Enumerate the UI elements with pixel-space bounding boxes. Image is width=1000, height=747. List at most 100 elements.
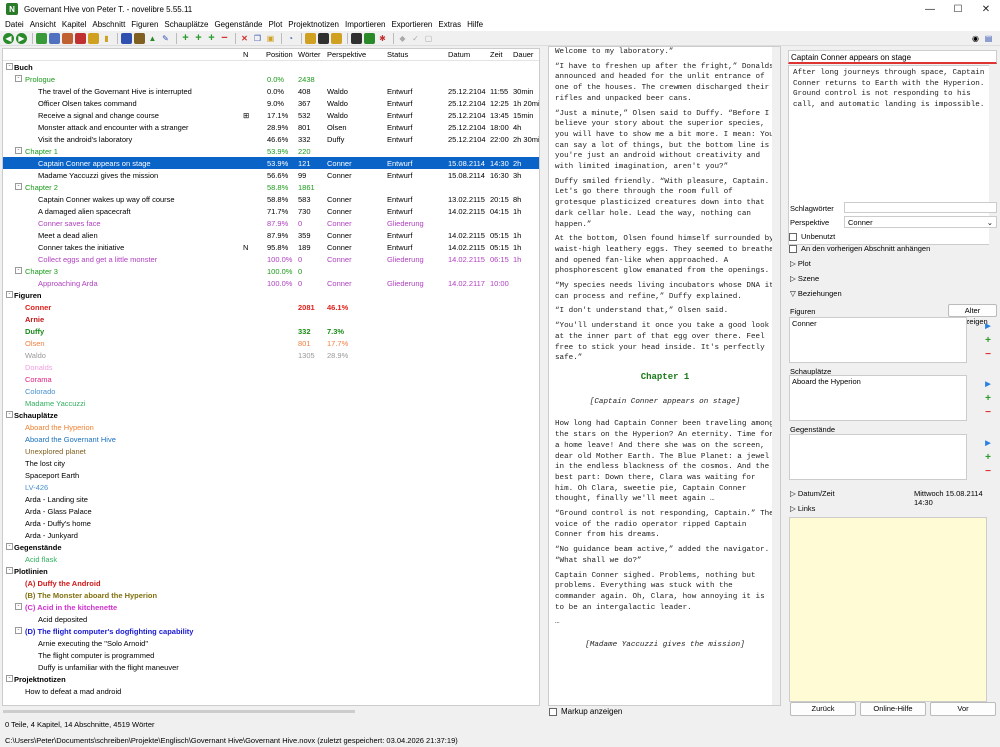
eye-icon[interactable]: ◉ [970, 33, 981, 44]
next-button[interactable]: Vor [930, 702, 996, 716]
datetime-expander[interactable]: ▷ Datum/Zeit [790, 489, 835, 498]
save-icon[interactable] [121, 32, 132, 44]
tree-row[interactable]: Acid flask [3, 553, 539, 565]
col-position[interactable]: Position [266, 50, 293, 59]
menu-0[interactable]: Datei [2, 20, 27, 29]
col-viewpoint[interactable]: Perspektive [327, 50, 366, 59]
tree-row[interactable]: Arda - Landing site [3, 493, 539, 505]
plot-expander[interactable]: ▷ Plot [790, 259, 811, 268]
remove-location-icon[interactable]: − [983, 408, 993, 418]
remove-item-icon[interactable]: − [983, 467, 993, 477]
tree-row[interactable]: Approaching Arda 100.0% 0 Conner Gliederung 1… [3, 277, 539, 289]
characters-view-icon[interactable] [49, 32, 60, 44]
paste-icon[interactable]: ▣ [265, 33, 276, 44]
editor-scrollbar[interactable] [772, 47, 780, 705]
tree-row[interactable]: Arnie [3, 313, 539, 325]
tree-row[interactable]: Madame Yaccuzzi [3, 397, 539, 409]
links-expander[interactable]: ▷ Links [790, 504, 815, 513]
add-child-icon[interactable]: + [193, 32, 204, 44]
tree-row[interactable]: Arnie executing the "Solo Arnoid" [3, 637, 539, 649]
expand-toggle-icon[interactable]: - [6, 675, 13, 682]
grid-view-icon[interactable] [305, 32, 316, 44]
tree-row[interactable]: Arda - Glass Palace [3, 505, 539, 517]
tree-row[interactable]: Visit the android's laboratory 46.6% 332 Du… [3, 133, 539, 145]
tree-row[interactable]: Conner saves face 87.9% 0 Conner Gliederung [3, 217, 539, 229]
tree-row[interactable]: Meet a dead alien 87.9% 359 Conner Entwurf 14… [3, 229, 539, 241]
notes-field[interactable] [789, 517, 987, 702]
tree-row[interactable]: Arda - Duffy's home [3, 517, 539, 529]
tree-horizontal-scrollbar[interactable] [3, 710, 355, 713]
maximize-icon[interactable]: ☐ [944, 0, 972, 18]
tree-row[interactable]: Madame Yaccuzzi gives the mission 56.6% 99… [3, 169, 539, 181]
upload-icon[interactable]: ▲ [147, 33, 158, 44]
tree-row[interactable]: (A) Duffy the Android [3, 577, 539, 589]
tree-row[interactable]: The flight computer is programmed [3, 649, 539, 661]
tree-row[interactable]: The lost city [3, 457, 539, 469]
tree-row[interactable]: Conner 2081 46.1% [3, 301, 539, 313]
scene-expander[interactable]: ▷ Szene [790, 274, 819, 283]
viewpoint-select[interactable]: Conner ⌄ [844, 216, 997, 228]
back-icon[interactable]: ◀ [3, 32, 14, 44]
tree-row[interactable]: Spaceport Earth [3, 469, 539, 481]
edit-icon[interactable]: ✎ [160, 33, 171, 44]
col-no[interactable]: N [243, 50, 248, 59]
append-toggle[interactable]: An den vorherigen Abschnitt anhängen [789, 244, 930, 253]
tree-row[interactable]: Duffy is unfamiliar with the flight mane… [3, 661, 539, 673]
add-character-icon[interactable]: + [983, 336, 993, 346]
text-editor[interactable]: Welcome to my laboratory.” “I have to fre… [548, 46, 781, 706]
expand-toggle-icon[interactable]: - [15, 603, 22, 610]
timeline-icon[interactable] [318, 32, 329, 44]
copy-icon[interactable]: ❐ [252, 33, 263, 44]
check-icon[interactable]: ✓ [410, 33, 421, 44]
unused-toggle[interactable]: Unbenutzt [789, 232, 835, 241]
add-icon[interactable]: + [180, 32, 191, 44]
tree-row[interactable]: - Chapter 2 58.8% 1861 [3, 181, 539, 193]
tree-row[interactable]: How to defeat a mad android [3, 685, 539, 697]
tag-icon[interactable]: ◆ [397, 33, 408, 44]
items-list[interactable] [789, 434, 967, 480]
remove-character-icon[interactable]: − [983, 350, 993, 360]
tree-row[interactable]: - Buch [3, 61, 539, 73]
show-ages-button[interactable]: Alter anzeigen [948, 304, 997, 326]
expand-toggle-icon[interactable]: - [15, 75, 22, 82]
markup-checkbox[interactable] [549, 707, 557, 716]
back-button[interactable]: Zurück [790, 702, 856, 716]
locations-list[interactable]: Aboard the Hyperion [789, 375, 967, 421]
properties-icon[interactable]: ▤ [983, 33, 994, 44]
tree-row[interactable]: - Projektnotizen [3, 673, 539, 685]
expand-toggle-icon[interactable]: - [15, 627, 22, 634]
menu-7[interactable]: Plot [266, 20, 286, 29]
menu-2[interactable]: Kapitel [59, 20, 89, 29]
menu-8[interactable]: Projektnotizen [285, 20, 342, 29]
tree-row[interactable]: Captain Conner appears on stage 53.9% 121 C… [3, 157, 539, 169]
minimize-icon[interactable]: — [916, 0, 944, 18]
tree-row[interactable]: Waldo 1305 28.9% [3, 349, 539, 361]
expand-toggle-icon[interactable]: - [6, 411, 13, 418]
lock-icon[interactable] [134, 32, 145, 44]
tree-row[interactable]: Arda - Junkyard [3, 529, 539, 541]
tree-row[interactable]: - Chapter 3 100.0% 0 [3, 265, 539, 277]
expand-toggle-icon[interactable]: - [15, 147, 22, 154]
forward-icon[interactable]: ▶ [16, 32, 27, 44]
menu-5[interactable]: Schauplätze [161, 20, 211, 29]
menu-3[interactable]: Abschnitt [89, 20, 128, 29]
tree-row[interactable]: - Figuren [3, 289, 539, 301]
expand-toggle-icon[interactable]: - [6, 543, 13, 550]
add-parent-icon[interactable]: + [206, 32, 217, 44]
tree-row[interactable]: - Plotlinien [3, 565, 539, 577]
markup-toggle[interactable]: Markup anzeigen [549, 707, 622, 716]
tree-row[interactable]: - Schauplätze [3, 409, 539, 421]
expand-toggle-icon[interactable]: - [15, 267, 22, 274]
tree-row[interactable]: Collect eggs and get a little monster 100… [3, 253, 539, 265]
add-item-icon[interactable]: + [983, 453, 993, 463]
plugin-icon[interactable]: ✱ [377, 33, 388, 44]
report-icon[interactable] [331, 32, 342, 44]
tree-row[interactable]: - (D) The flight computer's dogfighting c… [3, 625, 539, 637]
menu-6[interactable]: Gegenstände [211, 20, 265, 29]
tree-row[interactable]: Monster attack and encounter with a stra… [3, 121, 539, 133]
move-location-icon[interactable]: ▶ [983, 380, 993, 390]
tree-row[interactable]: - (C) Acid in the kitchenette [3, 601, 539, 613]
tags-input[interactable] [844, 202, 997, 213]
menu-10[interactable]: Exportieren [388, 20, 435, 29]
menu-9[interactable]: Importieren [342, 20, 388, 29]
